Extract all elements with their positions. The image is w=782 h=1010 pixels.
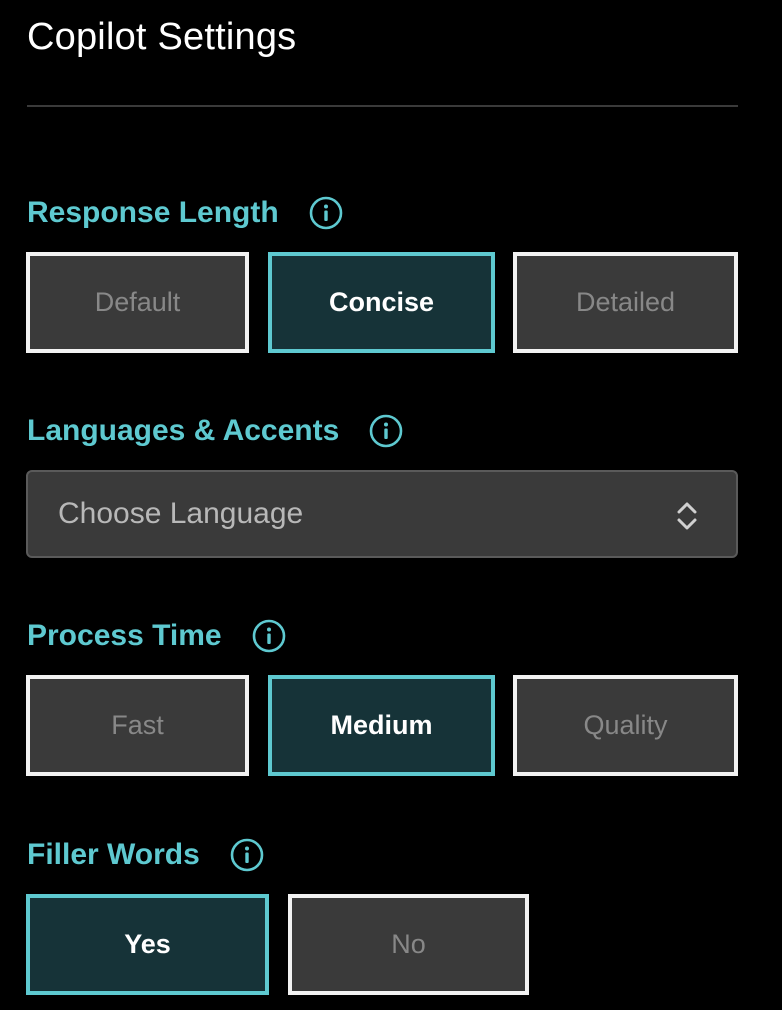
title-divider [27, 105, 738, 107]
response-length-default-button[interactable]: Default [26, 252, 249, 353]
filler-words-yes-button[interactable]: Yes [26, 894, 269, 995]
languages-header: Languages & Accents [27, 411, 403, 451]
info-icon[interactable] [252, 619, 286, 653]
language-select[interactable]: Choose Language [26, 470, 738, 558]
filler-words-label: Filler Words [27, 838, 200, 871]
response-length-concise-button[interactable]: Concise [268, 252, 495, 353]
chevron-up-down-icon [674, 500, 700, 532]
process-time-medium-button[interactable]: Medium [268, 675, 495, 776]
response-length-label: Response Length [27, 196, 279, 229]
filler-words-header: Filler Words [27, 835, 264, 875]
process-time-label: Process Time [27, 619, 222, 652]
info-icon[interactable] [309, 196, 343, 230]
filler-words-no-button[interactable]: No [288, 894, 529, 995]
language-select-placeholder: Choose Language [58, 497, 304, 530]
process-time-header: Process Time [27, 616, 286, 656]
response-length-detailed-button[interactable]: Detailed [513, 252, 738, 353]
info-icon[interactable] [230, 838, 264, 872]
info-icon[interactable] [369, 414, 403, 448]
process-time-quality-button[interactable]: Quality [513, 675, 738, 776]
copilot-settings-panel: Copilot Settings Response Length Default… [0, 0, 782, 1010]
page-title: Copilot Settings [27, 16, 297, 58]
response-length-header: Response Length [27, 193, 343, 233]
languages-label: Languages & Accents [27, 414, 340, 447]
process-time-fast-button[interactable]: Fast [26, 675, 249, 776]
